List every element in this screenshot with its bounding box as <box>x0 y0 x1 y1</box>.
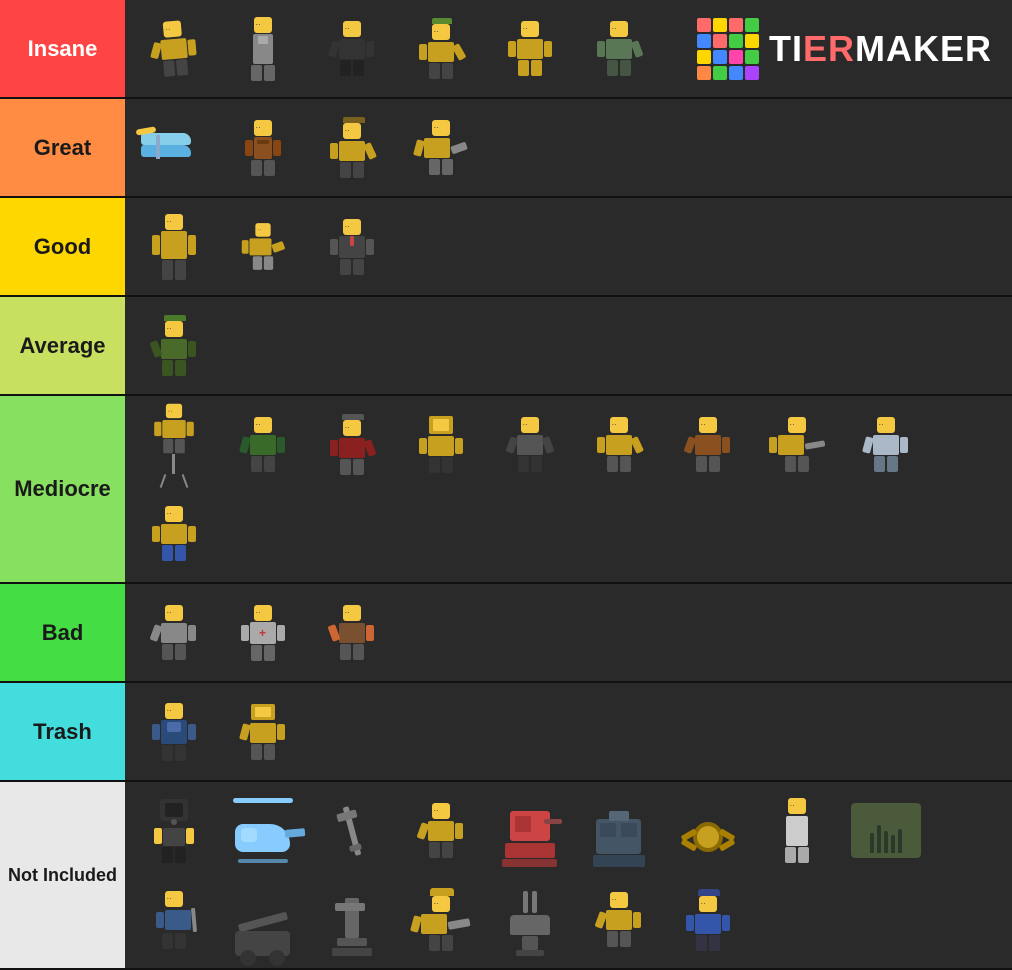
list-item: ·· <box>665 877 750 962</box>
tier-label-average: Average <box>0 297 125 394</box>
list-item: ·· <box>398 788 483 873</box>
tier-content-average: ·· <box>125 297 1012 394</box>
tier-row-good: Good ·· <box>0 198 1012 297</box>
list-item: ·· <box>131 689 216 774</box>
list-item: ·· <box>754 402 839 487</box>
list-item: ·· <box>131 303 216 388</box>
list-item: ·· <box>309 402 394 487</box>
tier-label-mediocre: Mediocre <box>0 396 125 582</box>
list-item <box>131 788 216 873</box>
tier-row-great: Great ·· <box>0 99 1012 198</box>
list-item <box>843 788 928 873</box>
list-item: ·· <box>398 877 483 962</box>
tier-content-bad: ·· ·· <box>125 584 1012 681</box>
tier-row-not-included: Not Included <box>0 782 1012 970</box>
list-item <box>309 788 394 873</box>
list-item <box>220 689 305 774</box>
tier-row-trash: Trash ·· <box>0 683 1012 782</box>
list-item: ·· <box>843 402 928 487</box>
tier-list: Insane ·· <box>0 0 1012 970</box>
list-item: ·· <box>131 402 216 487</box>
tier-label-good: Good <box>0 198 125 295</box>
list-item <box>487 788 572 873</box>
tier-content-trash: ·· <box>125 683 1012 780</box>
tier-row-mediocre: Mediocre ·· <box>0 396 1012 584</box>
list-item: ·· <box>309 6 394 91</box>
list-item: ·· <box>398 105 483 190</box>
list-item <box>309 877 394 962</box>
tier-content-good: ·· ·· <box>125 198 1012 295</box>
list-item: ·· <box>220 402 305 487</box>
list-item: ·· <box>220 105 305 190</box>
tier-label-bad: Bad <box>0 584 125 681</box>
list-item: ·· <box>131 590 216 675</box>
list-item <box>220 877 305 962</box>
list-item: ·· <box>220 6 305 91</box>
list-item <box>576 788 661 873</box>
list-item <box>665 788 750 873</box>
list-item: ·· <box>398 6 483 91</box>
tiermaker-logo: TiERMAKER <box>697 18 992 80</box>
tier-content-great: ·· <box>125 99 1012 196</box>
tier-label-not-included: Not Included <box>0 782 125 968</box>
tier-label-insane: Insane <box>0 0 125 97</box>
list-item: ·· <box>220 204 305 289</box>
list-item: ·· <box>665 402 750 487</box>
tier-row-bad: Bad ·· <box>0 584 1012 683</box>
list-item: ·· <box>131 6 216 91</box>
list-item: ·· <box>309 204 394 289</box>
list-item <box>220 788 305 873</box>
list-item: ·· <box>487 6 572 91</box>
logo-grid <box>697 18 759 80</box>
list-item: ·· + <box>220 590 305 675</box>
tier-content-insane: ·· ·· <box>125 0 1012 97</box>
tier-label-great: Great <box>0 99 125 196</box>
list-item: ·· <box>576 877 661 962</box>
tier-label-trash: Trash <box>0 683 125 780</box>
list-item <box>398 402 483 487</box>
logo-text: TiERMAKER <box>769 28 992 70</box>
list-item: ·· <box>131 491 216 576</box>
list-item: ·· <box>309 105 394 190</box>
list-item: ·· <box>576 6 661 91</box>
tier-content-not-included: ·· <box>125 782 1012 968</box>
tier-row-average: Average ·· <box>0 297 1012 396</box>
list-item: ·· <box>754 788 839 873</box>
list-item: ·· <box>309 590 394 675</box>
list-item: ·· <box>576 402 661 487</box>
list-item <box>131 105 216 190</box>
tier-content-mediocre: ·· <box>125 396 1012 582</box>
list-item: ·· <box>131 877 216 962</box>
list-item <box>487 877 572 962</box>
list-item: ·· <box>131 204 216 289</box>
list-item: ·· <box>487 402 572 487</box>
tier-row-insane: Insane ·· <box>0 0 1012 99</box>
